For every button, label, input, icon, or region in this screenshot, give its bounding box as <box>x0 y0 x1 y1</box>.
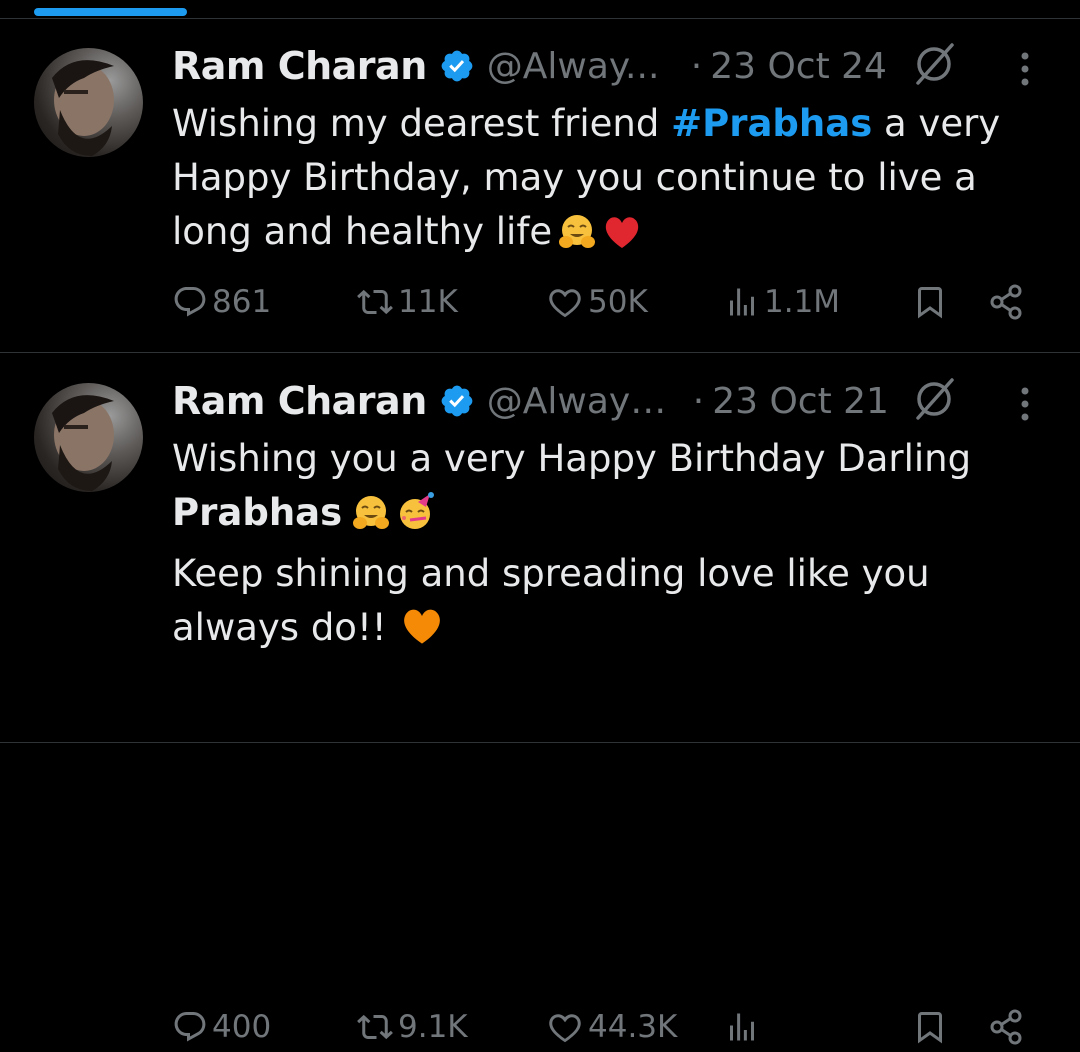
tweet-divider <box>0 742 1080 743</box>
like-count: 50K <box>588 284 648 320</box>
action-bar: 861 11K 50K 1.1M <box>172 277 1032 327</box>
tweet-date[interactable]: 23 Oct 21 <box>712 381 889 422</box>
tweet[interactable]: Ram Charan @Always... · 23 Oct 21 Wishin… <box>0 354 1080 1045</box>
share-button[interactable] <box>986 1002 1026 1052</box>
hugging-face-emoji <box>558 212 596 266</box>
reply-count: 400 <box>212 1009 272 1045</box>
tweet-date[interactable]: 23 Oct 24 <box>710 46 887 87</box>
author-name[interactable]: Ram Charan <box>172 44 427 88</box>
verified-badge-icon <box>439 48 475 84</box>
retweet-count: 9.1K <box>398 1009 468 1045</box>
like-button[interactable]: 44.3K <box>546 1002 677 1052</box>
retweet-button[interactable]: 11K <box>356 277 458 327</box>
tweet-text: Wishing you a very Happy Birthday Darlin… <box>172 432 1032 662</box>
views-icon <box>730 288 754 316</box>
share-icon <box>990 284 1022 320</box>
views-button[interactable] <box>724 1002 764 1052</box>
partying-face-emoji <box>396 492 438 547</box>
reply-icon <box>174 1012 206 1042</box>
tweet-text-part: Wishing my dearest friend <box>172 102 672 145</box>
tweet-text-part: Keep shining and spreading love like you… <box>172 552 930 649</box>
reply-icon <box>174 287 206 317</box>
retweet-count: 11K <box>398 284 458 320</box>
avatar[interactable] <box>34 383 143 492</box>
bookmark-button[interactable] <box>912 1002 948 1052</box>
tab-active-indicator <box>34 8 187 16</box>
retweet-icon <box>357 1014 393 1040</box>
tweet-text-line: Prabhas <box>172 486 1032 547</box>
separator-dot: · <box>692 380 705 422</box>
tweet[interactable]: Ram Charan @Alway... · 23 Oct 24 Wishing… <box>0 19 1080 352</box>
more-icon[interactable] <box>1018 49 1032 89</box>
tweet-divider <box>0 352 1080 353</box>
like-button[interactable]: 50K <box>546 277 648 327</box>
author-handle[interactable]: @Alway... <box>487 46 665 87</box>
red-heart-emoji <box>602 212 642 266</box>
bookmark-icon <box>918 287 942 319</box>
like-count: 44.3K <box>588 1009 678 1045</box>
hashtag-link[interactable]: #Prabhas <box>671 102 872 145</box>
tweet-text: Wishing my dearest friend #Prabhas a ver… <box>172 97 1032 266</box>
views-icon <box>730 1013 754 1041</box>
hugging-face-emoji <box>352 493 390 547</box>
bold-name: Prabhas <box>172 491 343 534</box>
verified-badge-icon <box>439 383 475 419</box>
orange-heart-emoji <box>399 605 445 662</box>
action-bar: 400 9.1K 44.3K <box>172 1002 1032 1052</box>
tweet-text-line: Keep shining and spreading love like you… <box>172 547 1032 662</box>
like-icon <box>549 1014 581 1043</box>
avatar[interactable] <box>34 48 143 157</box>
retweet-icon <box>357 289 393 315</box>
views-button[interactable]: 1.1M <box>724 277 840 327</box>
reply-button[interactable]: 861 <box>172 277 271 327</box>
views-count: 1.1M <box>764 284 841 320</box>
more-icon[interactable] <box>1018 384 1032 424</box>
reply-button[interactable]: 400 <box>172 1002 271 1052</box>
bookmark-icon <box>918 1012 942 1044</box>
retweet-button[interactable]: 9.1K <box>356 1002 468 1052</box>
reply-count: 861 <box>212 284 272 320</box>
grok-icon[interactable] <box>910 39 958 87</box>
author-handle[interactable]: @Always... <box>487 381 683 422</box>
separator-dot: · <box>690 45 703 87</box>
grok-icon[interactable] <box>910 374 958 422</box>
bookmark-button[interactable] <box>912 277 948 327</box>
like-icon <box>549 289 581 318</box>
share-button[interactable] <box>986 277 1026 327</box>
tweet-text-line: Wishing you a very Happy Birthday Darlin… <box>172 437 972 480</box>
share-icon <box>990 1009 1022 1045</box>
author-name[interactable]: Ram Charan <box>172 379 427 423</box>
